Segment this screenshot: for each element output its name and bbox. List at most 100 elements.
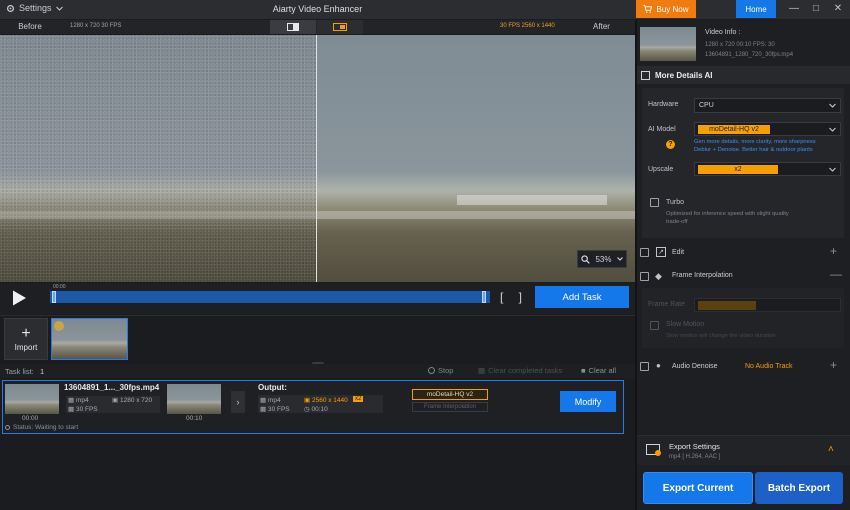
task-start-time: 00:00	[22, 415, 39, 422]
task-count: 1	[40, 367, 45, 376]
audio-status: No Audio Track	[745, 363, 793, 370]
upscale-select[interactable]: x2	[694, 162, 841, 176]
cart-icon	[643, 5, 653, 13]
monitor-icon	[646, 444, 661, 456]
hardware-select[interactable]: CPU	[694, 98, 841, 113]
video-info-filename: 13604891_1280_720_30fps.mp4	[705, 52, 794, 58]
microphone-icon: ●	[656, 361, 661, 370]
clear-completed-button[interactable]: ▦ Clear completed tasks	[478, 366, 562, 375]
after-label: After	[593, 22, 610, 31]
chevron-down-icon	[829, 127, 836, 132]
task-filename: 13604891_1..._30fps.mp4	[64, 383, 160, 392]
status-icon	[5, 425, 10, 430]
chevron-down-icon	[617, 257, 624, 261]
chevron-down-icon	[829, 167, 836, 172]
clear-all-label: Clear all	[588, 366, 617, 375]
task-end-time: 00:10	[186, 415, 203, 422]
ai-model-description-2: Deblur + Denoise. Better hair & outdoor …	[694, 147, 813, 153]
maximize-icon[interactable]: □	[808, 2, 824, 16]
frame-interpolation-tag: Frame Interpolation	[412, 402, 488, 412]
frame-interpolation-checkbox[interactable]	[640, 272, 649, 281]
timeline-start-handle[interactable]	[52, 291, 56, 303]
video-info-thumbnail	[640, 27, 696, 61]
turbo-checkbox[interactable]	[650, 198, 659, 207]
magnifier-icon	[581, 254, 590, 264]
ai-model-label: AI Model	[648, 126, 676, 133]
double-chevron-up-icon[interactable]: ˄	[828, 444, 834, 455]
video-preview[interactable]: 53%	[0, 35, 635, 282]
input-format: ▦ mp4	[68, 397, 89, 404]
timeline-end-handle[interactable]	[482, 291, 486, 303]
import-button[interactable]: + Import	[4, 318, 48, 360]
timeline-time: 00:00	[53, 284, 66, 290]
frame-rate-label: Frame Rate	[648, 301, 685, 308]
clear-completed-label: Clear completed tasks	[488, 366, 563, 375]
slow-motion-label: Slow Motion	[666, 321, 705, 328]
edit-checkbox[interactable]	[640, 248, 649, 257]
slow-motion-description: Slow motion will change the video durati…	[666, 333, 776, 339]
model-tag: moDetail-HQ v2	[412, 389, 488, 400]
timeline-track[interactable]	[50, 291, 490, 303]
expand-edit-icon[interactable]: +	[830, 244, 837, 258]
compare-view-button[interactable]	[317, 20, 363, 34]
file-icon: ▦	[68, 397, 75, 404]
turbo-description-2: trade-off	[666, 219, 688, 225]
chevron-down-icon	[829, 103, 836, 108]
upscale-label: Upscale	[648, 166, 674, 173]
stop-button[interactable]: Stop	[428, 366, 453, 375]
minimize-icon[interactable]: —	[786, 2, 802, 16]
batch-export-button[interactable]: Batch Export	[755, 472, 843, 504]
side-by-side-view-button[interactable]	[270, 20, 316, 34]
slow-motion-checkbox[interactable]	[650, 321, 659, 330]
broom-icon: ▦	[478, 366, 486, 375]
help-icon[interactable]: ?	[666, 140, 675, 149]
frame-interpolation-section	[642, 288, 844, 348]
after-preview	[317, 35, 635, 282]
expand-audio-icon[interactable]: +	[830, 358, 837, 372]
frame-rate-select[interactable]	[694, 298, 841, 312]
export-settings-format: mp4 [ H.264, AAC ]	[669, 454, 721, 460]
output-label: Output:	[258, 383, 287, 392]
clock-icon: ◷	[304, 406, 310, 413]
set-range-button[interactable]: [ ]	[500, 290, 528, 304]
more-details-checkbox[interactable]	[641, 71, 650, 80]
zoom-control[interactable]: 53%	[577, 250, 627, 268]
buy-now-button[interactable]: Buy Now	[636, 0, 696, 18]
audio-denoise-checkbox[interactable]	[640, 362, 649, 371]
thumbnail-badge-icon	[54, 321, 64, 331]
before-video-info: 1280 x 720 30 FPS	[70, 23, 122, 29]
frame-interpolation-icon: ◆	[655, 271, 662, 281]
audio-denoise-label: Audio Denoise	[672, 363, 718, 370]
stop-label: Stop	[438, 366, 454, 375]
modify-button[interactable]: Modify	[560, 391, 616, 412]
stop-icon	[428, 367, 435, 374]
edit-label: Edit	[672, 249, 685, 256]
play-icon[interactable]	[10, 289, 28, 307]
compare-view-icon	[333, 23, 347, 31]
close-icon[interactable]: ✕	[830, 2, 846, 16]
edit-icon: ↗	[656, 247, 666, 257]
task-status: Status: Waiting to start	[5, 424, 78, 431]
collapse-frame-interpolation-icon[interactable]: —	[830, 267, 842, 281]
file-icon: ▦	[260, 397, 267, 404]
task-input-thumbnail	[5, 384, 59, 414]
media-thumbnail[interactable]	[51, 318, 128, 360]
add-task-button[interactable]: Add Task	[535, 286, 629, 308]
buy-now-label: Buy Now	[656, 4, 689, 14]
window-title: Aiarty Video Enhancer	[272, 4, 363, 14]
chevron-right-icon: ›	[231, 391, 245, 413]
clear-all-button[interactable]: ■ Clear all	[581, 366, 616, 375]
task-list-label: Task list:	[5, 367, 34, 376]
before-label: Before	[18, 22, 42, 31]
plus-icon: +	[21, 324, 31, 342]
turbo-label: Turbo	[666, 199, 685, 206]
resolution-icon: ▣	[112, 397, 119, 404]
export-current-button[interactable]: Export Current	[643, 472, 753, 504]
resolution-icon: ▣	[304, 397, 311, 404]
frame-interpolation-label: Frame Interpolation	[672, 272, 733, 279]
ai-model-select[interactable]: moDetail-HQ v2	[694, 122, 841, 136]
import-label: Import	[14, 342, 38, 352]
turbo-description-1: Optimized for inference speed with sligh…	[666, 211, 789, 217]
trash-icon: ■	[581, 366, 586, 375]
home-button[interactable]: Home	[736, 0, 776, 18]
